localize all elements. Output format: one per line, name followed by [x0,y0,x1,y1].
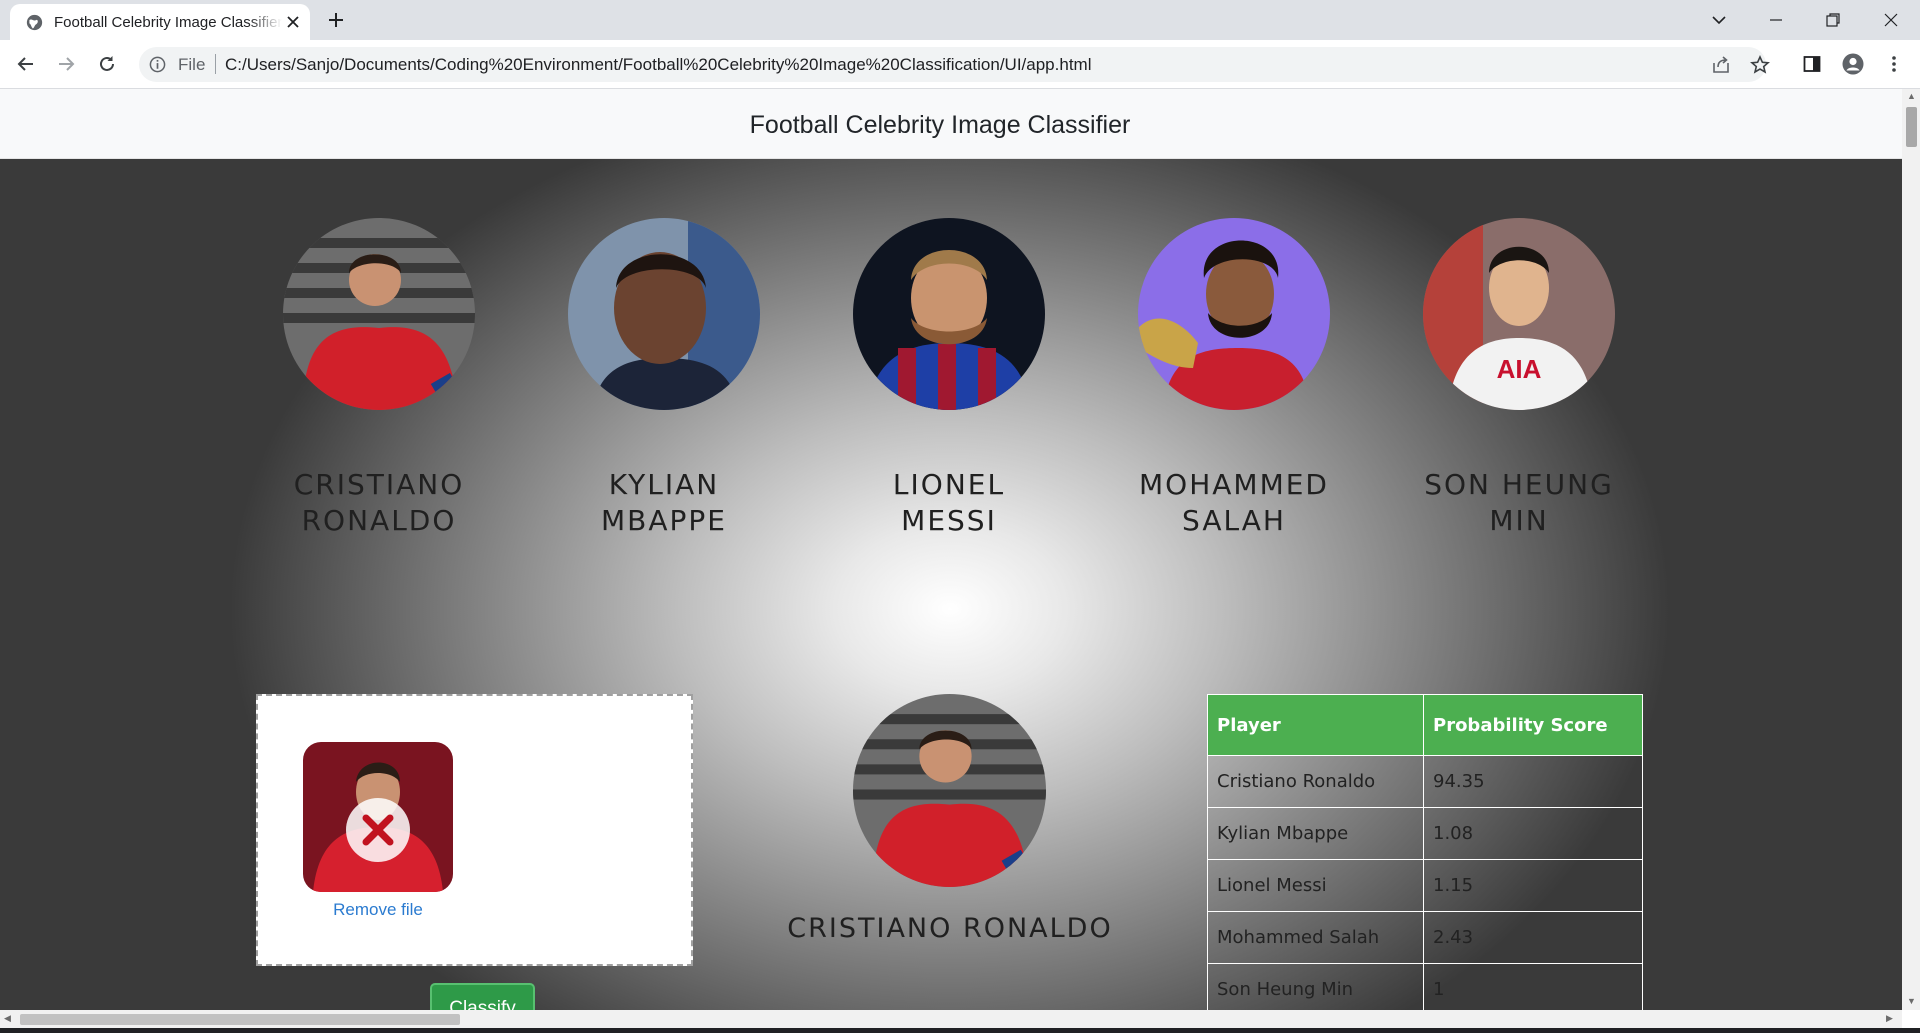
page-navbar: Football Celebrity Image Classifier [0,89,1902,159]
reload-icon[interactable] [95,52,119,76]
player-card-messi: LIONEL MESSI [809,218,1089,539]
player-name-salah: MOHAMMED SALAH [1139,468,1329,537]
player-cell: Lionel Messi [1207,859,1424,912]
file-dropzone[interactable]: Remove file [256,694,693,966]
player-card-ronaldo: CRISTIANO RONALDO [239,218,519,539]
predicted-player-name: CRISTIANO RONALDO [787,913,1113,944]
score-cell: 1.08 [1423,807,1643,860]
player-cell: Cristiano Ronaldo [1207,755,1424,808]
browser-toolbar: File C:/Users/Sanjo/Documents/Coding%20E… [0,40,1920,89]
uploaded-image-thumbnail [303,742,453,892]
classify-button[interactable]: Classify [430,983,535,1010]
scroll-up-arrow-icon[interactable]: ▲ [1907,91,1916,101]
back-arrow-icon[interactable] [14,52,38,76]
probability-table: Player Probability Score Cristiano Ronal… [1207,694,1643,1010]
scroll-left-arrow-icon[interactable]: ◀ [4,1013,11,1024]
player-photo-ronaldo [283,218,475,410]
column-header-player: Player [1207,694,1424,756]
hero-section: CRISTIANO RONALDO KYLIAN MBAPPE LIONEL M… [0,159,1902,1010]
horizontal-scroll-thumb[interactable] [20,1014,460,1025]
player-name-messi: LIONEL MESSI [892,468,1006,537]
close-tab-icon[interactable] [286,15,300,29]
globe-icon [26,14,43,31]
score-cell: 2.43 [1423,911,1643,964]
browser-tab[interactable]: Football Celebrity Image Classifier [10,4,310,40]
scroll-right-arrow-icon[interactable]: ▶ [1886,1013,1893,1024]
remove-file-x-icon[interactable] [346,798,410,862]
player-photo-messi [853,218,1045,410]
player-name-ronaldo: CRISTIANO RONALDO [293,468,465,537]
url-scheme-label: File [178,55,206,74]
menu-kebab-icon[interactable] [1883,53,1905,75]
url-text[interactable]: C:/Users/Sanjo/Documents/Coding%20Enviro… [225,55,1091,75]
player-photo-mbappe [568,218,760,410]
player-name-mbappe: KYLIAN MBAPPE [601,468,727,537]
share-icon[interactable] [1711,55,1731,75]
tab-strip: Football Celebrity Image Classifier [0,0,1920,40]
player-card-mbappe: KYLIAN MBAPPE [524,218,804,539]
vertical-scrollbar[interactable]: ▲ ▼ [1902,89,1920,1010]
taskbar-edge [0,1028,1920,1033]
player-cell: Kylian Mbappe [1207,807,1424,860]
player-cell: Son Heung Min [1207,963,1424,1010]
address-bar[interactable]: File C:/Users/Sanjo/Documents/Coding%20E… [139,47,1770,82]
svg-text:AIA: AIA [1497,354,1542,384]
table-row: Kylian Mbappe 1.08 [1207,807,1643,860]
player-photo-son: AIA [1423,218,1615,410]
tab-title: Football Celebrity Image Classifier [54,14,282,31]
info-icon[interactable] [149,56,166,73]
new-tab-icon[interactable] [326,10,346,30]
player-photo-salah [1138,218,1330,410]
player-name-son: SON HEUNG MIN [1424,468,1614,537]
page-viewport: Football Celebrity Image Classifier CRIS… [0,89,1902,1010]
table-row: Lionel Messi 1.15 [1207,859,1643,912]
scroll-down-arrow-icon[interactable]: ▼ [1907,996,1916,1006]
predicted-player-photo [853,694,1046,887]
player-card-son: AIA SON HEUNG MIN [1379,218,1659,539]
bookmark-star-icon[interactable] [1750,55,1770,75]
url-separator [215,54,216,74]
score-cell: 1 [1423,963,1643,1010]
player-card-salah: MOHAMMED SALAH [1094,218,1374,539]
profile-avatar-icon[interactable] [1842,53,1864,75]
vertical-scroll-thumb[interactable] [1906,107,1917,147]
side-panel-icon[interactable] [1801,53,1823,75]
table-row: Cristiano Ronaldo 94.35 [1207,755,1643,808]
forward-arrow-icon[interactable] [54,52,78,76]
restore-icon[interactable] [1818,6,1848,34]
close-window-icon[interactable] [1876,6,1906,34]
horizontal-scrollbar[interactable]: ◀ ▶ [0,1010,1902,1028]
score-cell: 94.35 [1423,755,1643,808]
score-cell: 1.15 [1423,859,1643,912]
tab-search-icon[interactable] [1704,6,1734,34]
table-header-row: Player Probability Score [1207,694,1643,756]
column-header-score: Probability Score [1423,694,1643,756]
remove-file-link[interactable]: Remove file [303,900,453,920]
page-title: Football Celebrity Image Classifier [749,111,1131,139]
table-row: Son Heung Min 1 [1207,963,1643,1010]
table-row: Mohammed Salah 2.43 [1207,911,1643,964]
minimize-icon[interactable] [1761,6,1791,34]
player-cell: Mohammed Salah [1207,911,1424,964]
